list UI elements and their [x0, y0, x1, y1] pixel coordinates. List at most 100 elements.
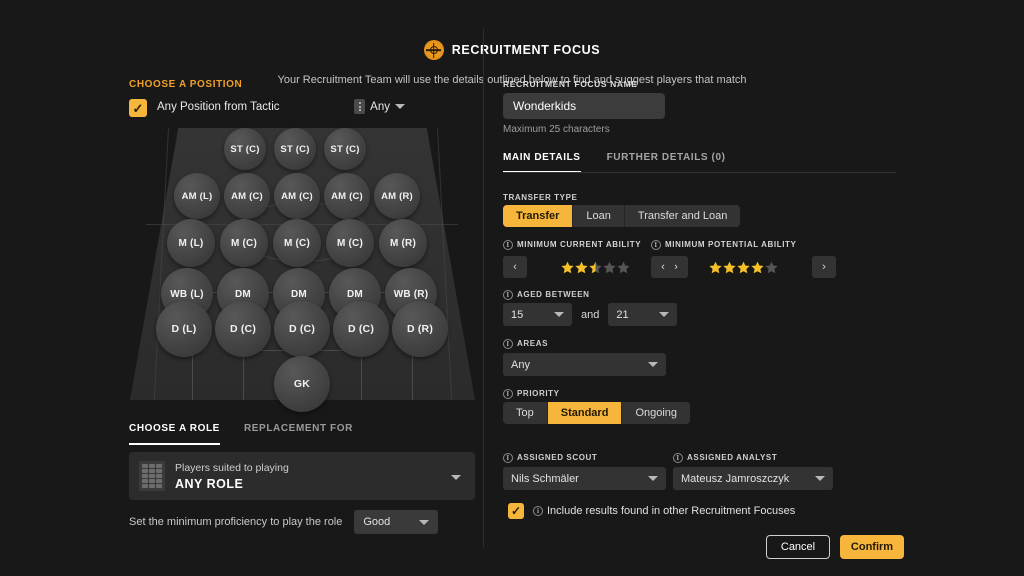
star-3[interactable] — [737, 261, 750, 274]
chevron-down-icon — [648, 476, 658, 481]
transfer-type-segmented-control: Transfer Loan Transfer and Loan — [503, 205, 741, 227]
recruitment-focus-screen: RECRUITMENT FOCUS Your Recruitment Team … — [0, 0, 1024, 576]
position-am-c-1[interactable]: AM (C) — [224, 173, 270, 219]
minimum-potential-ability-group: i MINIMUM POTENTIAL ABILITY ‹ › — [651, 240, 836, 278]
focus-name-input[interactable] — [503, 93, 665, 119]
position-am-r[interactable]: AM (R) — [374, 173, 420, 219]
assigned-scout-label: i ASSIGNED SCOUT — [503, 453, 597, 463]
focus-name-hint: Maximum 25 characters — [503, 124, 610, 135]
position-d-c-2[interactable]: D (C) — [274, 301, 330, 357]
position-panel: CHOOSE A POSITION ✓ Any Position from Ta… — [0, 0, 483, 576]
age-to-dropdown[interactable]: 21 — [608, 303, 678, 326]
star-3[interactable] — [589, 261, 602, 274]
tab-underline — [503, 172, 896, 173]
star-5[interactable] — [617, 261, 630, 274]
chevron-down-icon — [554, 312, 564, 317]
position-am-l[interactable]: AM (L) — [174, 173, 220, 219]
assigned-scout-dropdown[interactable]: Nils Schmäler — [503, 467, 666, 490]
info-icon: i — [651, 240, 661, 250]
position-filter-dropdown[interactable]: Any — [354, 99, 405, 114]
position-m-c-1[interactable]: M (C) — [220, 219, 268, 267]
aged-between-label: i AGED BETWEEN — [503, 290, 590, 300]
position-st-c-1[interactable]: ST (C) — [224, 128, 266, 170]
assigned-analyst-value: Mateusz Jamroszczyk — [681, 472, 790, 485]
position-d-r[interactable]: D (R) — [392, 301, 448, 357]
areas-label: i AREAS — [503, 339, 548, 349]
chevron-down-icon — [648, 362, 658, 367]
minimum-potential-ability-label: i MINIMUM POTENTIAL ABILITY — [651, 240, 836, 250]
star-4[interactable] — [603, 261, 616, 274]
info-icon: i — [673, 453, 683, 463]
priority-option-ongoing[interactable]: Ongoing — [622, 402, 691, 424]
role-card-subtitle: Players suited to playing — [175, 461, 289, 474]
info-icon: i — [503, 240, 513, 250]
position-d-l[interactable]: D (L) — [156, 301, 212, 357]
star-1[interactable] — [561, 261, 574, 274]
areas-dropdown[interactable]: Any — [503, 353, 666, 376]
star-5[interactable] — [765, 261, 778, 274]
age-from-dropdown[interactable]: 15 — [503, 303, 572, 326]
include-other-focuses-label: i Include results found in other Recruitm… — [533, 505, 795, 517]
proficiency-dropdown[interactable]: Good — [354, 510, 439, 534]
transfer-type-label: TRANSFER TYPE — [503, 193, 578, 202]
position-m-c-2[interactable]: M (C) — [273, 219, 321, 267]
any-position-checkbox[interactable]: ✓ — [129, 99, 147, 117]
star-1[interactable] — [709, 261, 722, 274]
transfer-type-option-loan[interactable]: Loan — [573, 205, 625, 227]
cancel-button[interactable]: Cancel — [766, 535, 830, 559]
chevron-down-icon — [419, 519, 430, 525]
position-m-l[interactable]: M (L) — [167, 219, 215, 267]
potential-ability-prev-button[interactable]: ‹ — [651, 256, 675, 278]
proficiency-label: Set the minimum proficiency to play the … — [129, 516, 343, 528]
info-icon: i — [503, 389, 513, 399]
any-position-label: Any Position from Tactic — [157, 101, 280, 113]
priority-segmented-control: Top Standard Ongoing — [503, 402, 691, 424]
potential-ability-stars[interactable] — [681, 261, 806, 274]
areas-value: Any — [511, 358, 530, 371]
assigned-analyst-dropdown[interactable]: Mateusz Jamroszczyk — [673, 467, 833, 490]
potential-ability-stepper: ‹ › — [651, 256, 836, 278]
confirm-button[interactable]: Confirm — [840, 535, 904, 559]
position-st-c-2[interactable]: ST (C) — [274, 128, 316, 170]
potential-ability-next-button[interactable]: › — [812, 256, 836, 278]
priority-option-top[interactable]: Top — [503, 402, 548, 424]
position-d-c-3[interactable]: D (C) — [333, 301, 389, 357]
tab-main-details[interactable]: MAIN DETAILS — [503, 152, 581, 173]
include-other-focuses-row: ✓ i Include results found in other Recrui… — [508, 503, 795, 519]
star-4[interactable] — [751, 261, 764, 274]
tab-choose-a-role[interactable]: CHOOSE A ROLE — [129, 423, 220, 445]
age-to-value: 21 — [616, 308, 629, 321]
role-selector-card[interactable]: Players suited to playing ANY ROLE — [129, 452, 475, 500]
role-card-title: ANY ROLE — [175, 476, 244, 491]
proficiency-row: Set the minimum proficiency to play the … — [129, 510, 475, 534]
panel-divider — [483, 28, 484, 548]
star-2[interactable] — [723, 261, 736, 274]
age-and-text: and — [581, 308, 600, 321]
position-m-r[interactable]: M (R) — [379, 219, 427, 267]
position-am-c-2[interactable]: AM (C) — [274, 173, 320, 219]
position-filter-value: Any — [370, 100, 390, 113]
current-ability-stars[interactable] — [533, 261, 658, 274]
transfer-type-option-transfer[interactable]: Transfer — [503, 205, 574, 227]
pitch-line — [361, 350, 362, 400]
dialog-buttons: Cancel Confirm — [766, 535, 904, 559]
chevron-down-icon — [451, 475, 461, 480]
position-am-c-3[interactable]: AM (C) — [324, 173, 370, 219]
include-other-focuses-checkbox[interactable]: ✓ — [508, 503, 524, 519]
star-2[interactable] — [575, 261, 588, 274]
position-st-c-3[interactable]: ST (C) — [324, 128, 366, 170]
priority-option-standard[interactable]: Standard — [547, 402, 623, 424]
position-m-c-3[interactable]: M (C) — [326, 219, 374, 267]
choose-a-position-title: CHOOSE A POSITION — [129, 79, 243, 90]
info-icon: i — [533, 506, 543, 517]
tab-replacement-for[interactable]: REPLACEMENT FOR — [244, 423, 353, 443]
position-gk[interactable]: GK — [274, 356, 330, 412]
priority-label: i PRIORITY — [503, 389, 560, 399]
position-d-c-1[interactable]: D (C) — [215, 301, 271, 357]
tab-further-details[interactable]: FURTHER DETAILS (0) — [607, 152, 726, 173]
details-tab-bar: MAIN DETAILS FURTHER DETAILS (0) — [503, 152, 726, 173]
current-ability-prev-button[interactable]: ‹ — [503, 256, 527, 278]
tactics-pitch: ST (C) ST (C) ST (C) AM (L) AM (C) AM (C… — [130, 127, 475, 412]
role-tab-bar: CHOOSE A ROLE REPLACEMENT FOR — [129, 423, 353, 445]
transfer-type-option-transfer-and-loan[interactable]: Transfer and Loan — [624, 205, 741, 227]
